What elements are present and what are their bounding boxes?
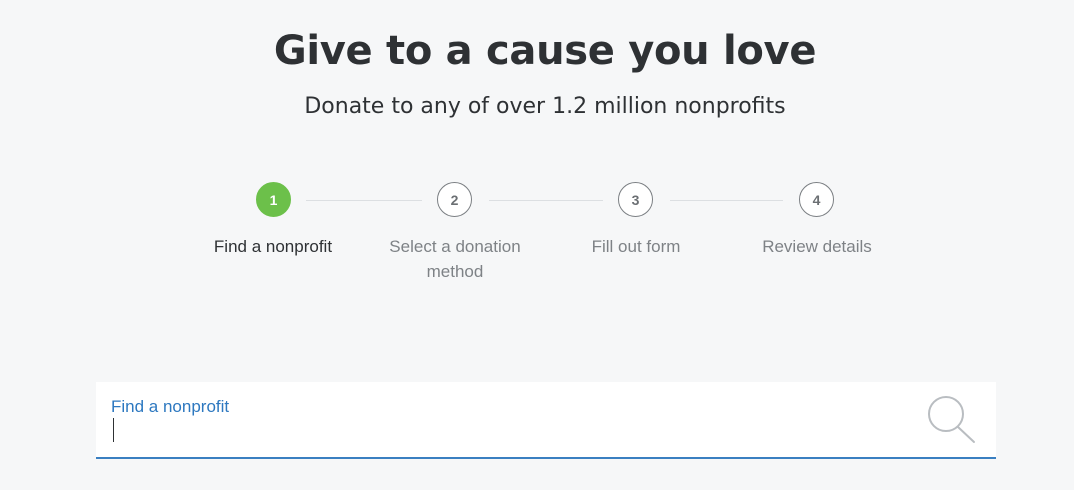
step-4-label: Review details xyxy=(762,237,872,256)
step-3-indicator: 3 xyxy=(618,182,653,217)
step-2-label: Select a donation method xyxy=(389,237,521,281)
text-caret xyxy=(113,418,114,442)
progress-stepper: 1 2 3 4 Find a nonprofit Select a donati… xyxy=(0,182,1074,292)
nonprofit-search-box: Find a nonprofit xyxy=(96,382,996,459)
page-subtitle: Donate to any of over 1.2 million nonpro… xyxy=(304,94,786,119)
step-1-indicator: 1 xyxy=(256,182,291,217)
step-1-label: Find a nonprofit xyxy=(213,237,333,256)
step-4-indicator: 4 xyxy=(799,182,834,217)
search-field-label: Find a nonprofit xyxy=(111,397,230,416)
search-icon[interactable] xyxy=(926,394,982,446)
nonprofit-search-input[interactable] xyxy=(111,418,901,444)
step-3-label: Fill out form xyxy=(591,237,681,256)
step-2-indicator: 2 xyxy=(437,182,472,217)
step-connector xyxy=(306,200,422,201)
page-title: Give to a cause you love xyxy=(273,28,817,74)
step-connector xyxy=(670,200,783,201)
step-connector xyxy=(489,200,603,201)
